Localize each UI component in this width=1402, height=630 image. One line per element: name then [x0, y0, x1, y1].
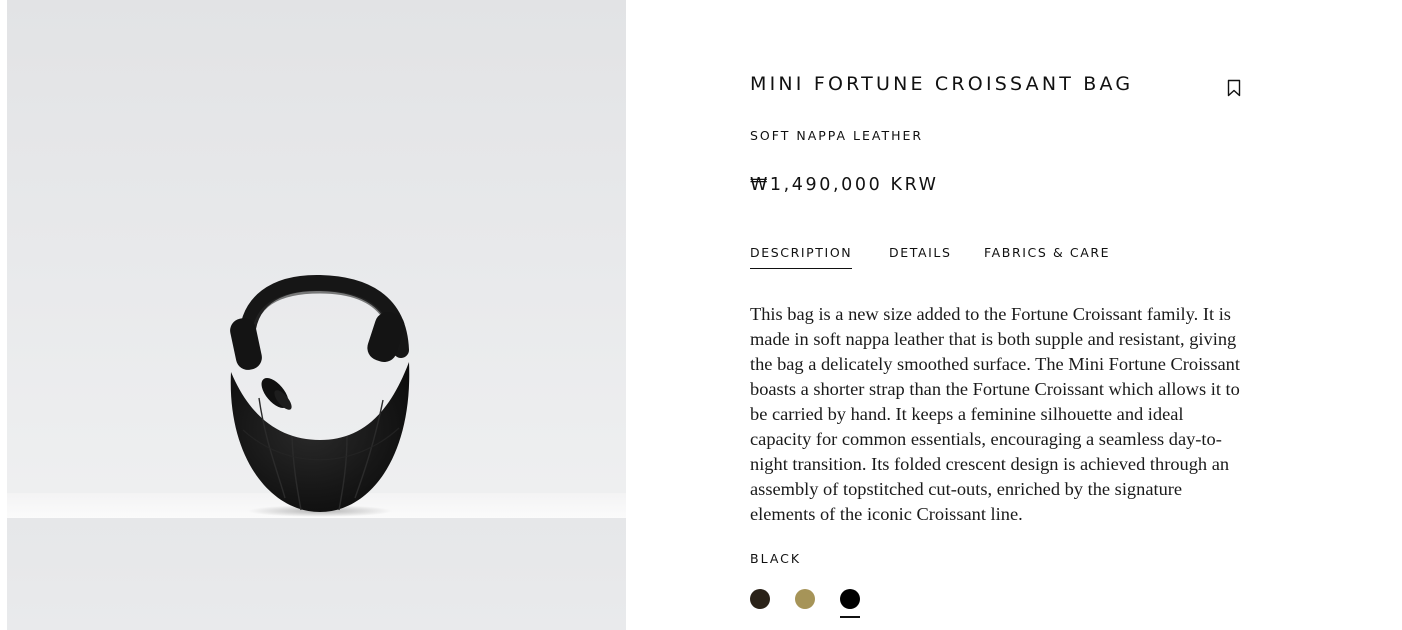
product-material: SOFT NAPPA LEATHER: [750, 128, 924, 143]
product-price: ₩1,490,000 KRW: [750, 175, 939, 195]
selected-swatch-indicator: [840, 616, 860, 618]
bookmark-icon[interactable]: [1226, 79, 1242, 97]
product-description: This bag is a new size added to the Fort…: [750, 304, 1240, 524]
selected-color-label: BLACK: [750, 551, 802, 566]
color-swatch-tan[interactable]: [795, 589, 815, 609]
color-swatch-black[interactable]: [840, 589, 860, 609]
product-image[interactable]: [7, 0, 626, 630]
color-swatch-brown[interactable]: [750, 589, 770, 609]
product-info: MINI FORTUNE CROISSANT BAG SOFT NAPPA LE…: [750, 0, 1245, 630]
tab-fabrics-care[interactable]: FABRICS & CARE: [984, 245, 1110, 268]
tab-description[interactable]: DESCRIPTION: [750, 245, 853, 269]
product-title: MINI FORTUNE CROISSANT BAG: [750, 73, 1134, 95]
bag-illustration: [230, 274, 410, 517]
tab-details[interactable]: DETAILS: [889, 245, 952, 268]
